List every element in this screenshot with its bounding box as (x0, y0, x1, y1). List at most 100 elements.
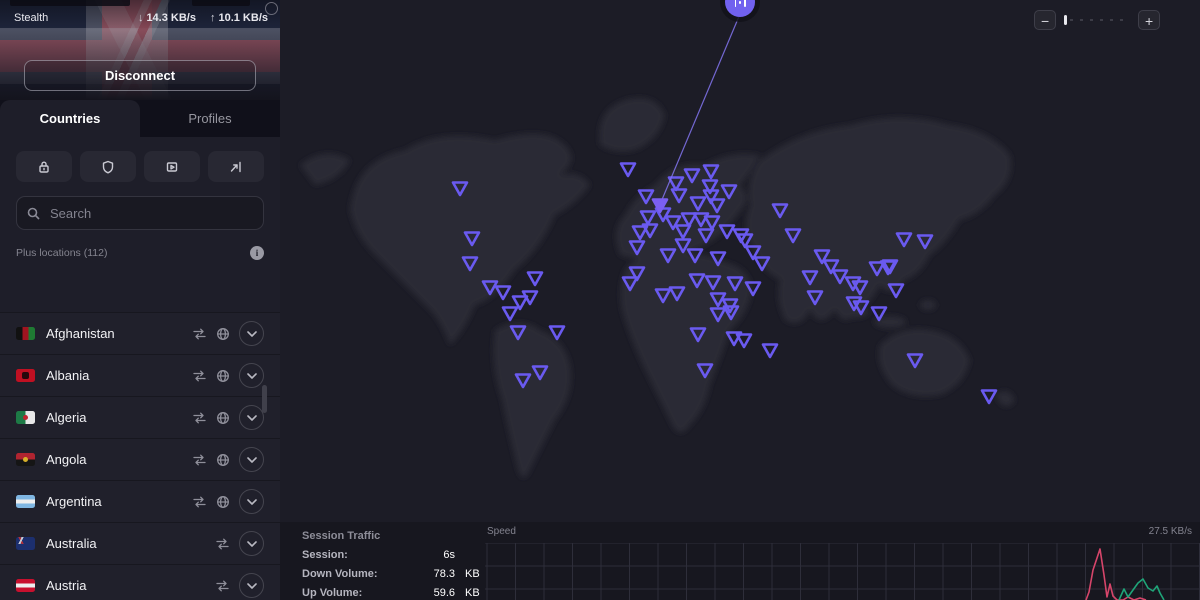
af-flag-icon (16, 327, 35, 340)
globe-icon (216, 453, 230, 467)
continent-silhouettes (300, 98, 1015, 478)
session-row-unit: KB (455, 587, 485, 599)
expand-country-button[interactable] (239, 447, 264, 472)
zoom-in-button[interactable]: + (1138, 10, 1160, 30)
speed-chart-title: Speed (487, 526, 516, 537)
lock-filter-button[interactable] (16, 151, 72, 182)
swap-icon (215, 538, 230, 550)
country-row-austria[interactable]: Austria (0, 564, 280, 600)
swap-icon (192, 496, 207, 508)
shield-filter-button[interactable] (80, 151, 136, 182)
expand-country-button[interactable] (239, 363, 264, 388)
country-row-albania[interactable]: Albania (0, 354, 280, 396)
country-row-afghanistan[interactable]: Afghanistan (0, 312, 280, 354)
zoom-slider-track (1070, 19, 1130, 21)
disconnect-button[interactable]: Disconnect (24, 60, 256, 91)
swap-icon (215, 580, 230, 592)
search-box[interactable] (16, 196, 264, 230)
streaming-icon (165, 160, 179, 174)
server-marker[interactable] (737, 335, 751, 348)
expand-country-button[interactable] (239, 489, 264, 514)
country-name: Albania (46, 368, 181, 383)
globe-icon (216, 411, 230, 425)
country-list: Afghanistan Albania Algeria Angola (0, 312, 280, 600)
zoom-out-button[interactable]: − (1034, 10, 1056, 30)
expand-country-button[interactable] (239, 405, 264, 430)
country-name: Angola (46, 452, 181, 467)
session-row-label: Down Volume: (302, 568, 411, 580)
country-row-icons (192, 447, 264, 472)
zoom-slider-thumb[interactable] (1064, 15, 1067, 25)
globe-icon (216, 495, 230, 509)
country-name: Argentina (46, 494, 181, 509)
search-input[interactable] (48, 205, 253, 222)
lock-icon (37, 160, 51, 174)
world-map-canvas (280, 0, 1200, 600)
vpn-app-window: − + Session Traffic Session: 6s Down Vol… (0, 0, 1200, 600)
clipped-server-info (10, 0, 270, 6)
country-row-icons (192, 489, 264, 514)
session-row: Down Volume: 78.3 KB (302, 568, 485, 580)
session-row-value: 78.3 (411, 568, 455, 580)
au-flag-icon (16, 537, 35, 550)
tab-countries[interactable]: Countries (0, 100, 140, 137)
search-icon (27, 207, 40, 220)
country-row-icons (215, 573, 264, 598)
country-row-argentina[interactable]: Argentina (0, 480, 280, 522)
download-speed: 14.3 KB/s (146, 12, 196, 24)
countries-panel: Plus locations (112) i Afghanistan Alban… (0, 137, 280, 600)
shield-icon (101, 160, 115, 174)
country-row-icons (215, 531, 264, 556)
connection-header: Stealth ↓14.3 KB/s ↑10.1 KB/s Disconnect (0, 0, 280, 100)
list-scrollbar[interactable] (262, 385, 267, 413)
stats-overlay: Session Traffic Session: 6s Down Volume:… (280, 522, 1200, 600)
server-marker[interactable] (982, 391, 996, 404)
country-row-australia[interactable]: Australia (0, 522, 280, 564)
expand-country-button[interactable] (239, 573, 264, 598)
session-row-value: 6s (411, 549, 455, 561)
al-flag-icon (16, 369, 35, 382)
download-arrow-icon: ↓ (138, 12, 144, 24)
country-name: Austria (46, 578, 204, 593)
plus-locations-label: Plus locations (112) (16, 247, 250, 259)
tab-profiles[interactable]: Profiles (140, 100, 280, 137)
speed-chart-canvas (485, 543, 1200, 600)
plus-locations-header: Plus locations (112) i (16, 246, 264, 260)
sidebar-tabbar: Countries Profiles (0, 100, 280, 137)
country-row-icons (192, 321, 264, 346)
ar-flag-icon (16, 495, 35, 508)
country-name: Algeria (46, 410, 181, 425)
session-row-label: Session: (302, 549, 411, 561)
country-name: Australia (46, 536, 204, 551)
session-row-unit: KB (455, 568, 485, 580)
map-zoom-controls: − + (1034, 10, 1160, 30)
session-row-label: Up Volume: (302, 587, 411, 599)
session-row: Up Volume: 59.6 KB (302, 587, 485, 599)
server-marker[interactable] (763, 345, 777, 358)
streaming-filter-button[interactable] (144, 151, 200, 182)
session-row-unit (455, 549, 485, 561)
info-icon[interactable]: i (250, 246, 264, 260)
expand-country-button[interactable] (239, 531, 264, 556)
dz-flag-icon (16, 411, 35, 424)
country-row-algeria[interactable]: Algeria (0, 396, 280, 438)
world-map[interactable]: − + Session Traffic Session: 6s Down Vol… (280, 0, 1200, 600)
at-flag-icon (16, 579, 35, 592)
expand-country-button[interactable] (239, 321, 264, 346)
globe-icon (216, 369, 230, 383)
server-marker[interactable] (496, 287, 510, 300)
zoom-slider[interactable] (1064, 14, 1130, 26)
swap-icon (192, 454, 207, 466)
server-marker[interactable] (621, 164, 635, 177)
country-row-icons (192, 405, 264, 430)
protocol-label: Stealth (14, 12, 48, 24)
server-marker[interactable] (503, 308, 517, 321)
swap-icon (192, 370, 207, 382)
server-marker[interactable] (528, 273, 542, 286)
country-name: Afghanistan (46, 326, 181, 341)
p2p-icon (229, 160, 243, 174)
country-row-angola[interactable]: Angola (0, 438, 280, 480)
country-row-icons (192, 363, 264, 388)
p2p-filter-button[interactable] (208, 151, 264, 182)
session-traffic-title: Session Traffic (302, 530, 485, 542)
